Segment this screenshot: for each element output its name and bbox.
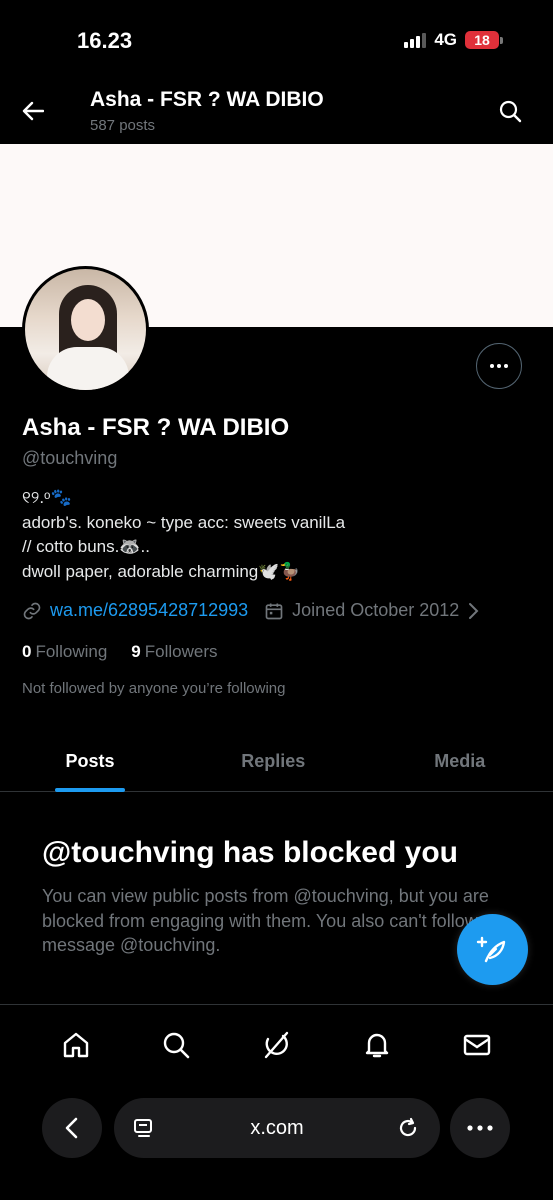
home-icon bbox=[63, 1032, 89, 1058]
search-button[interactable] bbox=[495, 96, 525, 126]
url-text: x.com bbox=[250, 1116, 304, 1139]
profile-meta: wa.me/62895428712993 Joined October 2012 bbox=[22, 600, 481, 621]
link-icon bbox=[23, 602, 41, 619]
calendar-icon bbox=[265, 603, 283, 619]
mail-icon bbox=[463, 1034, 491, 1056]
blocked-title: @touchving has blocked you bbox=[42, 836, 458, 869]
nav-grok[interactable] bbox=[256, 1025, 296, 1065]
arrow-left-icon bbox=[22, 101, 44, 121]
browser-toolbar: x.com bbox=[0, 1090, 553, 1200]
joined-date: Joined October 2012 bbox=[292, 600, 460, 620]
followers-link[interactable]: 9 Followers bbox=[131, 642, 217, 662]
feather-plus-icon bbox=[476, 936, 505, 962]
back-button[interactable] bbox=[18, 96, 48, 126]
followers-count: 9 bbox=[131, 642, 141, 661]
following-count: 0 bbox=[22, 642, 32, 661]
profile-name: Asha - FSR ? WA DIBIO bbox=[22, 414, 290, 441]
bell-icon bbox=[365, 1033, 388, 1058]
nav-home[interactable] bbox=[56, 1025, 96, 1065]
following-label: Following bbox=[35, 642, 108, 661]
avatar[interactable] bbox=[22, 266, 149, 393]
chevron-right-icon[interactable] bbox=[465, 602, 481, 620]
tab-replies[interactable]: Replies bbox=[180, 732, 367, 791]
bottom-nav bbox=[0, 1010, 553, 1080]
following-link[interactable]: 0 Following bbox=[22, 642, 107, 662]
browser-more-button[interactable] bbox=[450, 1098, 510, 1158]
profile-link[interactable]: wa.me/62895428712993 bbox=[50, 600, 248, 621]
compose-post-button[interactable] bbox=[457, 914, 528, 985]
profile-bio: ୧୨.ᵒ🐾 adorb's. koneko ~ type acc: sweets… bbox=[22, 488, 346, 581]
not-followed-note: Not followed by anyone you’re following bbox=[22, 680, 286, 697]
network-label: 4G bbox=[434, 30, 457, 49]
reload-icon[interactable] bbox=[396, 1116, 420, 1140]
followers-label: Followers bbox=[144, 642, 218, 661]
browser-back-button[interactable] bbox=[42, 1098, 102, 1158]
divider bbox=[0, 1004, 553, 1005]
battery-icon: 18 bbox=[465, 31, 503, 49]
header-post-count: 587 posts bbox=[90, 117, 156, 134]
search-icon bbox=[164, 1032, 190, 1059]
nav-search[interactable] bbox=[156, 1025, 196, 1065]
address-bar[interactable]: x.com bbox=[114, 1098, 440, 1158]
tabs-icon[interactable] bbox=[132, 1116, 156, 1140]
blocked-text: You can view public posts from @touchvin… bbox=[42, 886, 499, 955]
status-indicators: 4G 18 bbox=[404, 30, 503, 50]
grok-icon bbox=[265, 1031, 289, 1059]
battery-level: 18 bbox=[465, 31, 499, 49]
search-icon bbox=[499, 100, 522, 123]
status-time: 16.23 bbox=[77, 28, 133, 53]
profile-tabs: Posts Replies Media bbox=[0, 732, 553, 792]
nav-notifications[interactable] bbox=[357, 1025, 397, 1065]
profile-handle: @touchving bbox=[22, 448, 118, 468]
more-options-button[interactable] bbox=[476, 343, 522, 389]
nav-messages[interactable] bbox=[457, 1025, 497, 1065]
header-title: Asha - FSR ? WA DIBIO bbox=[90, 88, 324, 111]
chevron-left-icon bbox=[65, 1117, 78, 1139]
tab-media[interactable]: Media bbox=[367, 732, 553, 791]
tab-posts[interactable]: Posts bbox=[0, 732, 180, 792]
signal-icon bbox=[404, 32, 427, 48]
ellipsis-icon bbox=[467, 1125, 493, 1131]
follow-stats: 0 Following 9 Followers bbox=[22, 642, 218, 662]
